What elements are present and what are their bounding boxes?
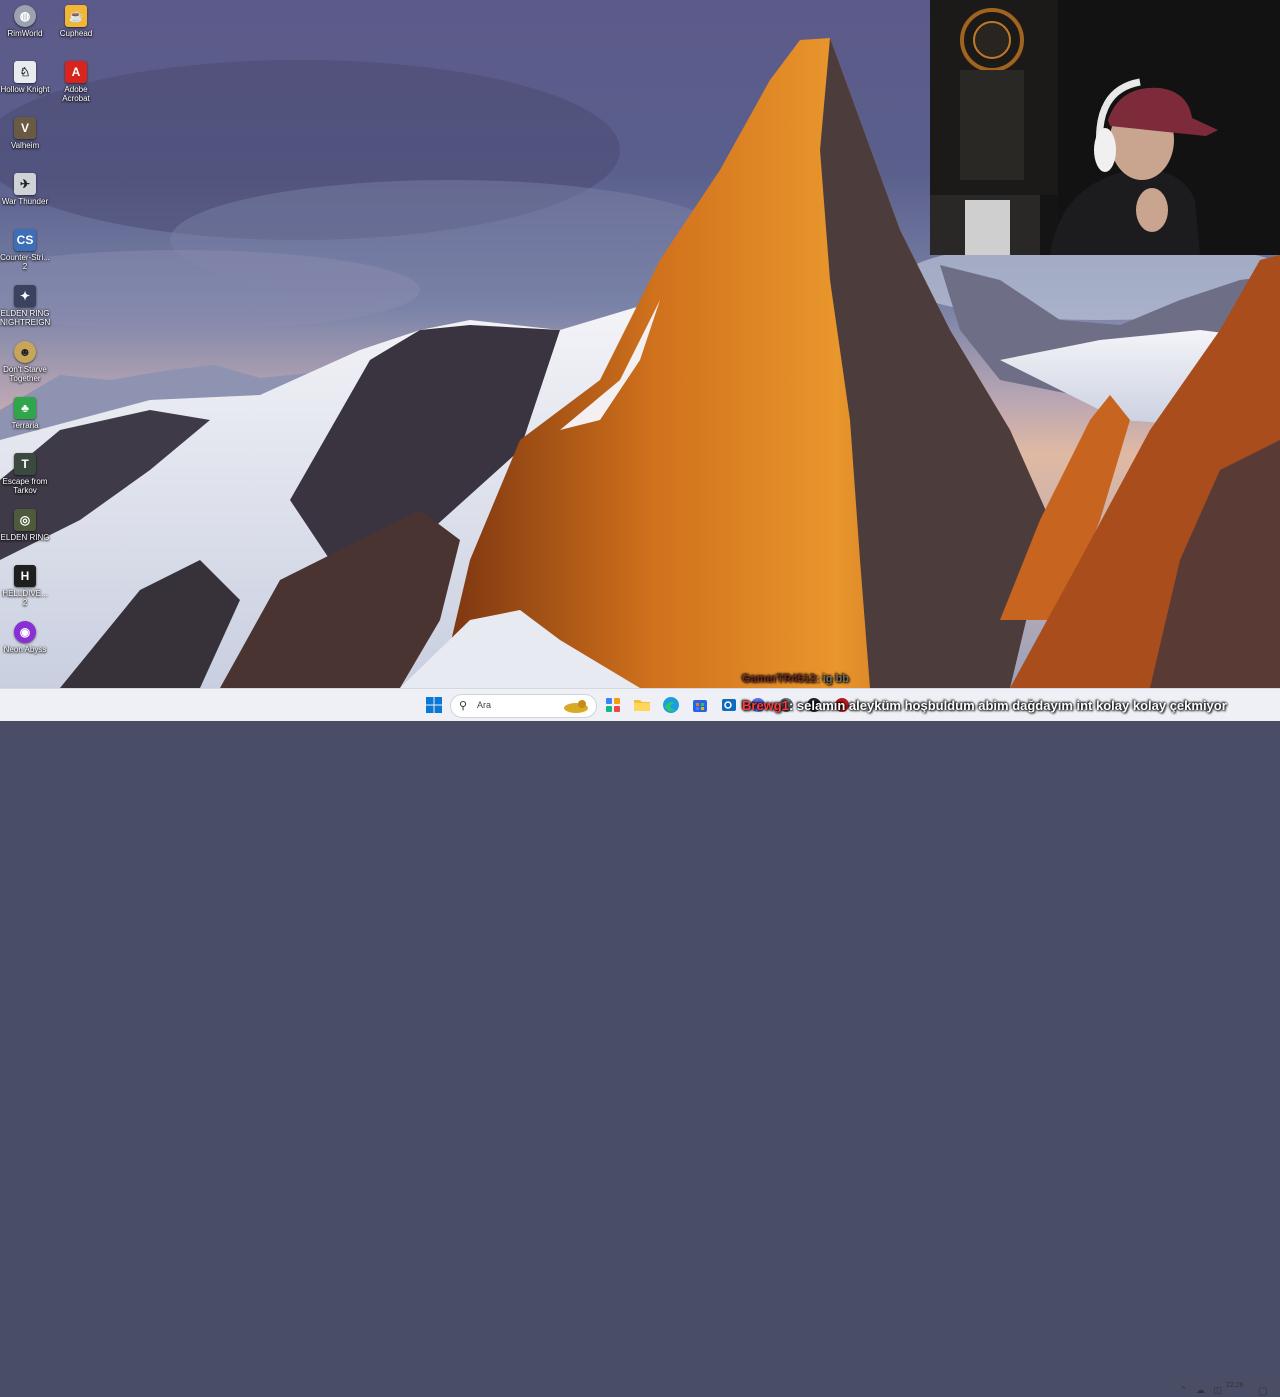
desktop-icon-label: ELDEN RING NIGHTREIGN <box>0 309 51 327</box>
desktop-icon-cuphead[interactable]: ☕ Cuphead <box>51 5 101 38</box>
taskbar-search-box[interactable]: ⚲ Ara <box>450 694 597 718</box>
desktop-icon-valheim[interactable]: V Valheim <box>0 117 50 150</box>
desktop-icon-hollow-knight[interactable]: ♘ Hollow Knight <box>0 61 50 94</box>
desktop-icon-counter-strike[interactable]: CS Counter-Stri... 2 <box>0 229 50 271</box>
store-icon[interactable] <box>690 695 710 715</box>
tarkov-icon: T <box>14 453 36 475</box>
elden-ring-nightreign-icon: ✦ <box>14 285 36 307</box>
desktop-icon-label: Hollow Knight <box>0 85 50 94</box>
desktop-icon-label: Terraria <box>11 421 39 430</box>
webcam-overlay <box>930 0 1280 255</box>
desktop-icon-elden-ring[interactable]: ◎ ELDEN RING <box>0 509 50 542</box>
desktop-icon-elden-ring-nightreign[interactable]: ✦ ELDEN RING NIGHTREIGN <box>0 285 50 327</box>
dont-starve-icon: ☻ <box>14 341 36 363</box>
search-placeholder: Ara <box>477 700 492 710</box>
desktop-icon-label: Adobe Acrobat <box>62 85 90 103</box>
chat-text: : selamın aleyküm hoşbuldum abim dağdayı… <box>788 698 1227 713</box>
webcam-feed <box>930 0 1280 255</box>
desktop-icon-label: RimWorld <box>7 29 43 38</box>
chat-username: Brewg1 <box>742 698 789 713</box>
desktop-icon-dont-starve[interactable]: ☻ Don't Starve Together <box>0 341 50 383</box>
rimworld-icon: ◍ <box>14 5 36 27</box>
desktop-icon-label: Neon Abyss <box>3 645 47 654</box>
search-highlight-icon <box>564 700 588 713</box>
terraria-icon: ♣ <box>14 397 36 419</box>
desktop-icon-label: Counter-Stri... 2 <box>0 253 50 271</box>
war-thunder-icon: ✈ <box>14 173 36 195</box>
counter-strike-icon: CS <box>14 229 36 251</box>
desktop-icon-label: HELLDIVE... 2 <box>2 589 48 607</box>
desktop-icon-adobe-acrobat[interactable]: A Adobe Acrobat <box>51 61 101 103</box>
helldivers-icon: H <box>14 565 36 587</box>
cuphead-icon: ☕ <box>65 5 87 27</box>
desktop-icon-rimworld[interactable]: ◍ RimWorld <box>0 5 50 38</box>
desktop-icon-label: Escape from Tarkov <box>2 477 48 495</box>
desktop-icon-label: War Thunder <box>1 197 49 206</box>
start-icon[interactable] <box>424 695 444 715</box>
desktop-icon-war-thunder[interactable]: ✈ War Thunder <box>0 173 50 206</box>
chat-message-faded: GamerTR4512: ig bb <box>742 673 849 685</box>
adobe-acrobat-icon: A <box>65 61 87 83</box>
desktop-icon-tarkov[interactable]: T Escape from Tarkov <box>0 453 50 495</box>
desktop-icon-label: ELDEN RING <box>0 533 50 542</box>
desktop-icon-label: Valheim <box>10 141 40 150</box>
outlook-icon[interactable] <box>719 695 739 715</box>
desktop-icon-helldivers[interactable]: H HELLDIVE... 2 <box>0 565 50 607</box>
notification-icon[interactable]: ▢ <box>1258 1386 1267 1397</box>
system-tray-icons[interactable]: ⌃ ☁ ◫ <box>1180 1385 1225 1396</box>
desktop-icon-neon-abyss[interactable]: ◉ Neon Abyss <box>0 621 50 654</box>
chat-text: : ig bb <box>816 673 849 685</box>
elden-ring-icon: ◎ <box>14 509 36 531</box>
desktop-icon-label: Don't Starve Together <box>3 365 47 383</box>
hollow-knight-icon: ♘ <box>14 61 36 83</box>
widgets-icon[interactable] <box>603 695 623 715</box>
desktop-icon-terraria[interactable]: ♣ Terraria <box>0 397 50 430</box>
valheim-icon: V <box>14 117 36 139</box>
edge-icon[interactable] <box>661 695 681 715</box>
search-icon: ⚲ <box>459 700 468 712</box>
chat-message-main: Brewg1: selamın aleyküm hoşbuldum abim d… <box>742 698 1227 713</box>
taskbar-clock[interactable]: 22:26 <box>1226 1382 1244 1389</box>
neon-abyss-icon: ◉ <box>14 621 36 643</box>
desktop-icon-label: Cuphead <box>59 29 93 38</box>
file-explorer-icon[interactable] <box>632 695 652 715</box>
chat-username: GamerTR4512 <box>742 673 816 685</box>
